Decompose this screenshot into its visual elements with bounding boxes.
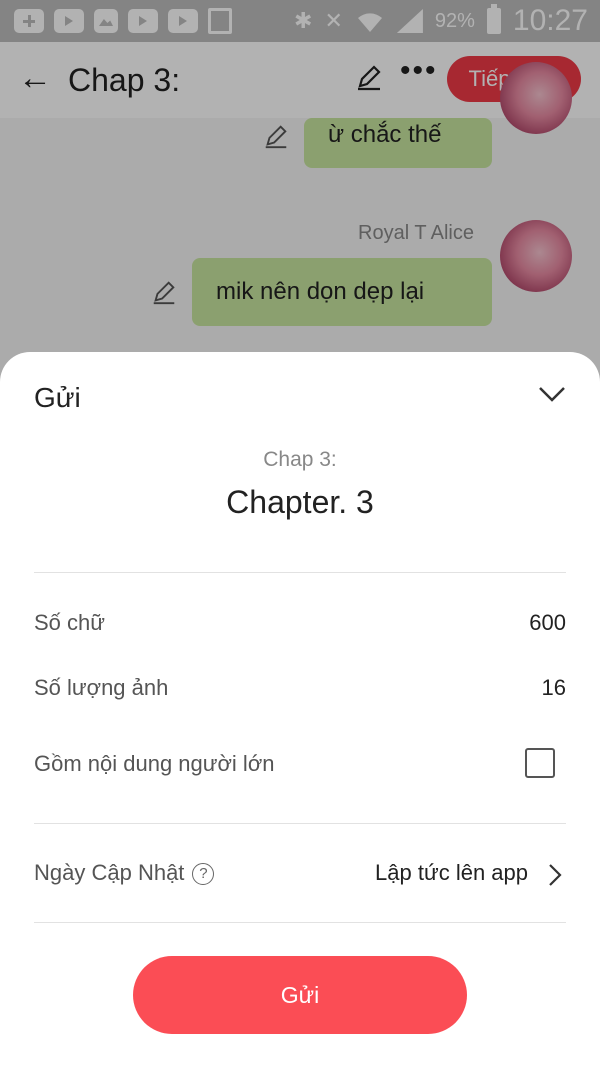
image-count-label: Số lượng ảnh bbox=[34, 675, 169, 700]
chapter-name: Chapter. 3 bbox=[226, 484, 374, 520]
send-button[interactable]: Gửi bbox=[133, 956, 467, 1034]
adult-content-checkbox[interactable] bbox=[525, 748, 555, 778]
word-count-value: 600 bbox=[529, 610, 566, 635]
update-date-label: Ngày Cập Nhật? bbox=[34, 860, 215, 886]
chevron-down-icon[interactable] bbox=[536, 378, 568, 410]
help-icon[interactable]: ? bbox=[192, 863, 215, 885]
divider bbox=[34, 572, 566, 573]
divider bbox=[34, 922, 566, 923]
update-date-text: Ngày Cập Nhật bbox=[34, 860, 185, 885]
sheet-title: Gửi bbox=[34, 382, 81, 413]
word-count-label: Số chữ bbox=[34, 610, 105, 635]
chevron-right-icon[interactable] bbox=[546, 862, 564, 888]
update-date-value[interactable]: Lập tức lên app bbox=[375, 860, 528, 886]
adult-content-label: Gồm nội dung người lớn bbox=[34, 751, 275, 776]
image-count-value: 16 bbox=[541, 675, 566, 700]
chapter-label: Chap 3: bbox=[263, 448, 337, 471]
send-sheet: Gửi Chap 3: Chapter. 3 Số chữ 600 Số lượ… bbox=[0, 352, 600, 1067]
divider bbox=[34, 823, 566, 824]
